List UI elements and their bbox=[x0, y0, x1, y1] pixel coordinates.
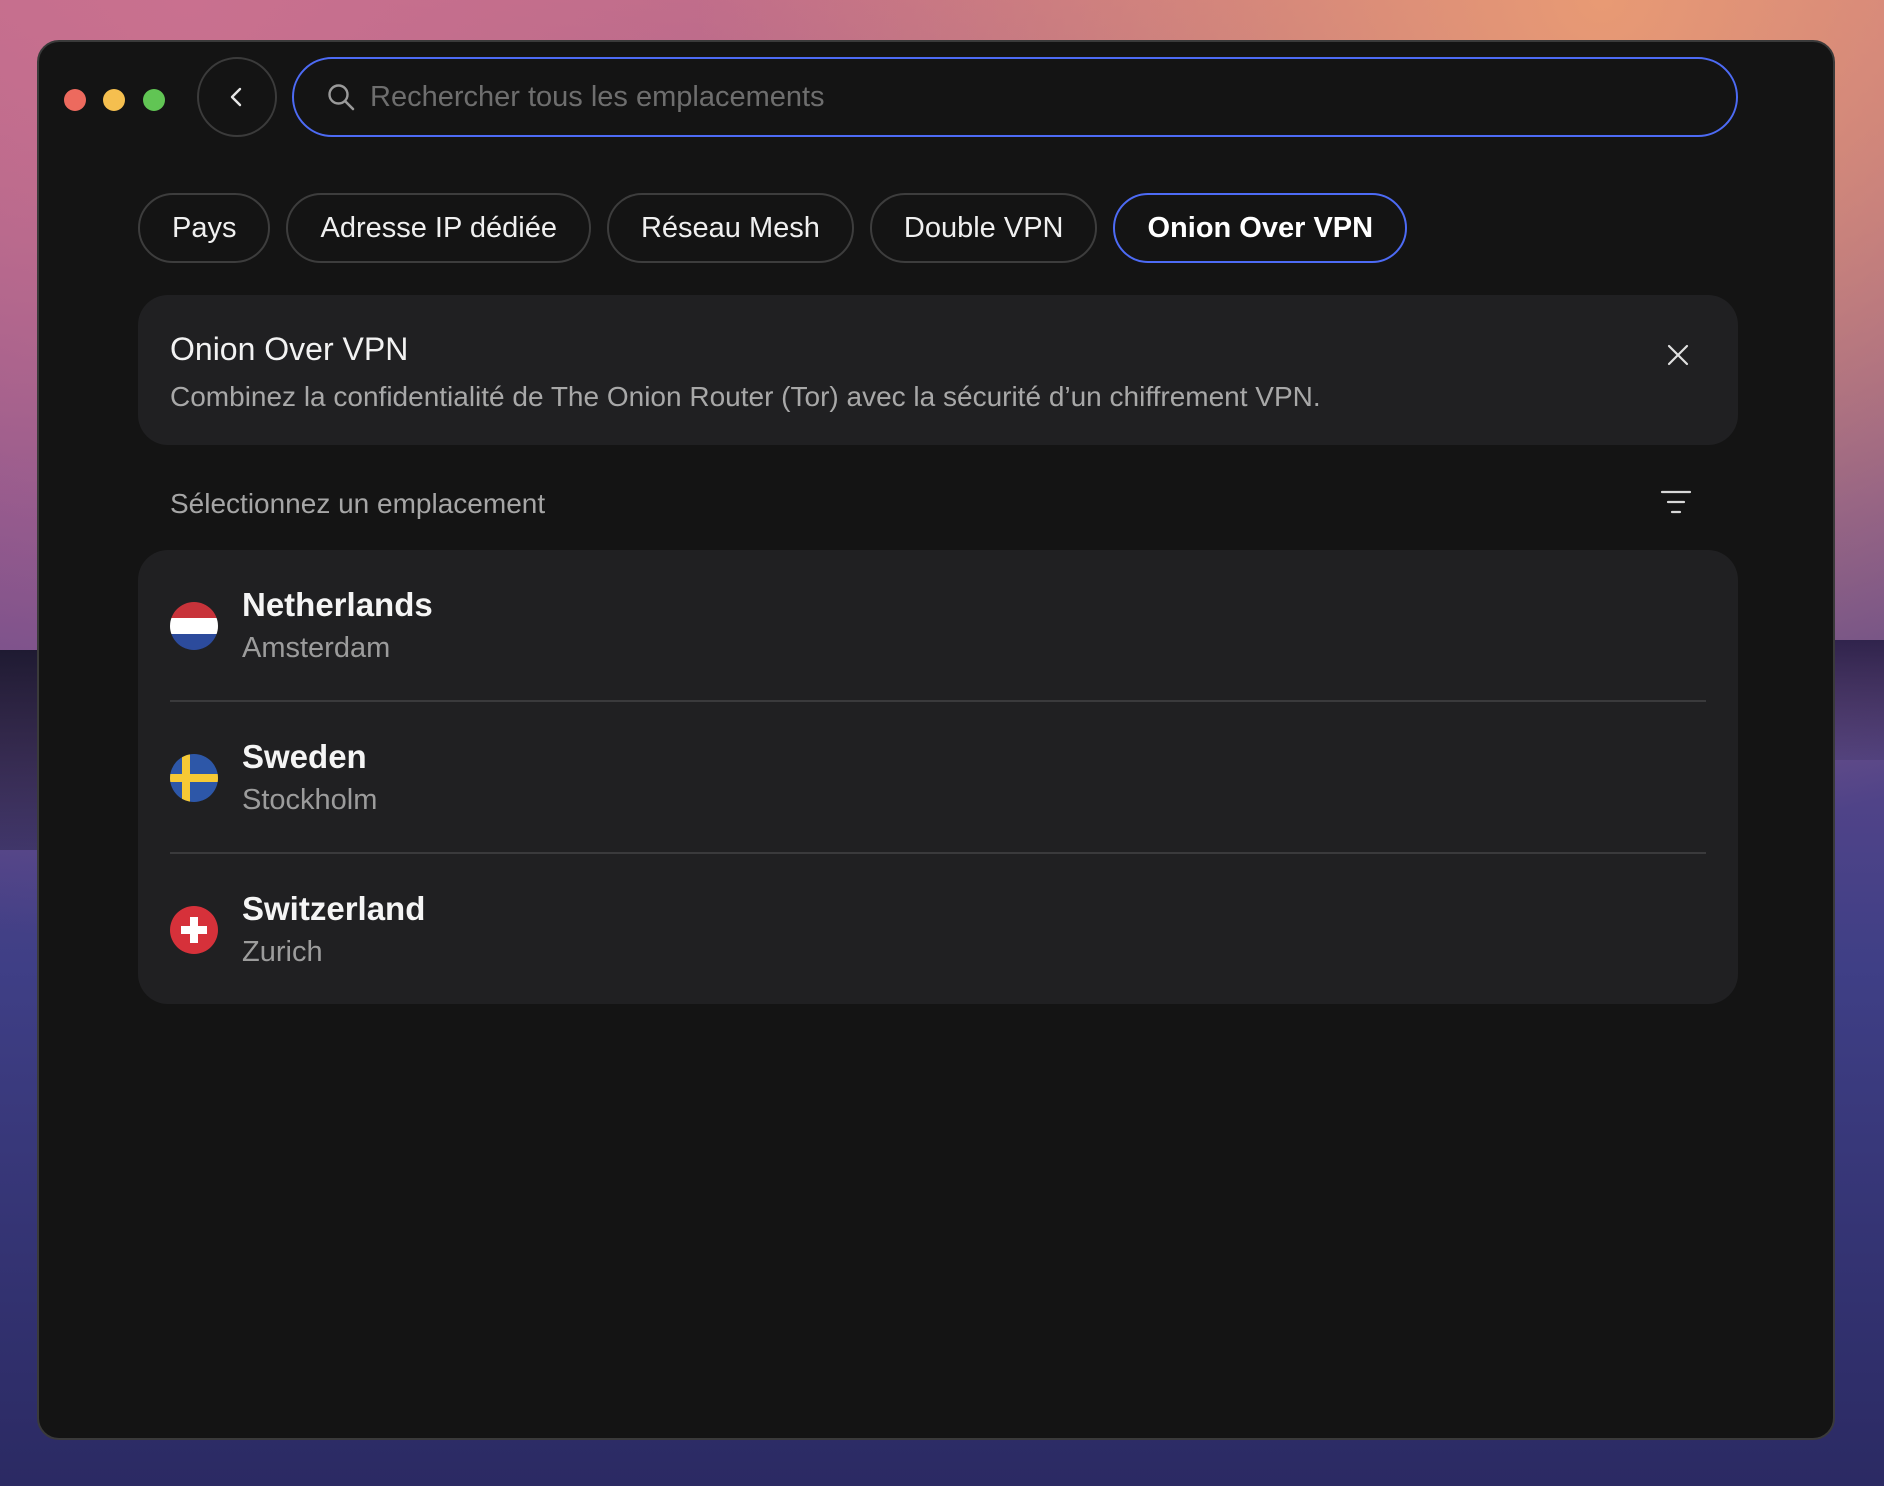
filter-tabs: Pays Adresse IP dédiée Réseau Mesh Doubl… bbox=[138, 193, 1408, 263]
country-name: Switzerland bbox=[242, 890, 426, 927]
tab-double-vpn[interactable]: Double VPN bbox=[869, 193, 1098, 263]
switzerland-flag-icon bbox=[170, 906, 218, 954]
window-close-button[interactable] bbox=[64, 89, 86, 111]
country-name: Sweden bbox=[242, 738, 367, 775]
filter-icon bbox=[1660, 490, 1692, 514]
close-icon bbox=[1667, 344, 1689, 366]
list-item-netherlands[interactable]: Netherlands Amsterdam bbox=[170, 550, 1706, 702]
tab-onion-over-vpn[interactable]: Onion Over VPN bbox=[1113, 193, 1408, 263]
country-name: Netherlands bbox=[242, 586, 433, 623]
section-label: Sélectionnez un emplacement bbox=[170, 488, 546, 519]
tab-dedicated-ip[interactable]: Adresse IP dédiée bbox=[286, 193, 591, 263]
info-title: Onion Over VPN bbox=[170, 331, 409, 367]
app-window: Pays Adresse IP dédiée Réseau Mesh Doubl… bbox=[37, 40, 1835, 1440]
info-banner: Onion Over VPN Combinez la confidentiali… bbox=[138, 295, 1738, 445]
city-name: Stockholm bbox=[242, 784, 378, 816]
background-city-left bbox=[0, 650, 40, 850]
search-bar[interactable] bbox=[292, 57, 1738, 137]
tab-mesh-network[interactable]: Réseau Mesh bbox=[606, 193, 854, 263]
close-info-button[interactable] bbox=[1658, 335, 1698, 375]
sort-filter-button[interactable] bbox=[1654, 482, 1698, 522]
background-city-right bbox=[1828, 640, 1884, 760]
search-icon bbox=[326, 81, 358, 113]
tab-pays[interactable]: Pays bbox=[138, 193, 271, 263]
sweden-flag-icon bbox=[170, 754, 218, 802]
location-list: Netherlands Amsterdam Sweden Stockholm S… bbox=[138, 550, 1738, 1004]
info-description: Combinez la confidentialité de The Onion… bbox=[170, 381, 1321, 412]
window-maximize-button[interactable] bbox=[143, 89, 165, 111]
city-name: Zurich bbox=[242, 936, 323, 968]
list-item-sweden[interactable]: Sweden Stockholm bbox=[170, 702, 1706, 854]
back-button[interactable] bbox=[197, 57, 277, 137]
window-minimize-button[interactable] bbox=[103, 89, 125, 111]
chevron-left-icon bbox=[230, 87, 242, 107]
search-input[interactable] bbox=[370, 67, 1736, 127]
netherlands-flag-icon bbox=[170, 602, 218, 650]
list-item-switzerland[interactable]: Switzerland Zurich bbox=[170, 854, 1706, 1004]
city-name: Amsterdam bbox=[242, 632, 391, 664]
